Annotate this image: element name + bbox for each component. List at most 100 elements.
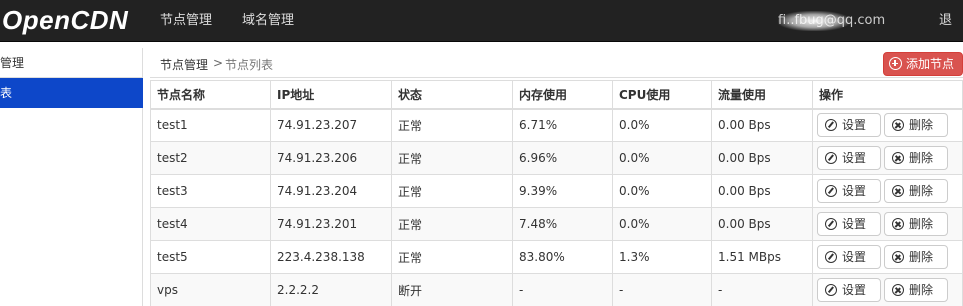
- cell-node-name: test1: [150, 108, 271, 142]
- delete-label: 删除: [909, 217, 934, 231]
- cell-memory: 83.80%: [512, 240, 613, 274]
- cell-traffic: 0.00 Bps: [711, 141, 813, 175]
- edit-node-button[interactable]: 设置: [817, 278, 881, 302]
- delete-node-button[interactable]: 删除: [884, 245, 948, 269]
- table-row: test1 74.91.23.207 正常 6.71% 0.0% 0.00 Bps 设置 删除: [150, 108, 963, 142]
- top-navbar: OpenCDN 节点管理 域名管理 fi..fbug@qq.com 退出: [0, 0, 963, 70]
- cell-status: 断开: [391, 273, 513, 306]
- table-row: test2 74.91.23.206 正常 6.96% 0.0% 0.00 Bps 设置 删除: [150, 141, 963, 175]
- cell-ip: 223.4.238.138: [270, 240, 392, 274]
- edit-label: 设置: [842, 250, 867, 264]
- cell-traffic: 0.00 Bps: [711, 174, 813, 208]
- breadcrumb-separator: >: [213, 56, 224, 70]
- sidebar-item-group-management[interactable]: 组管理: [0, 48, 143, 78]
- delete-node-button[interactable]: 删除: [884, 146, 948, 170]
- sidebar-item-label: 组管理: [0, 56, 25, 70]
- col-actions: 操作: [812, 80, 963, 110]
- edit-node-button[interactable]: 设置: [817, 212, 881, 236]
- brand-logo[interactable]: OpenCDN: [2, 4, 128, 36]
- cell-ip: 2.2.2.2: [270, 273, 392, 306]
- delete-node-button[interactable]: 删除: [884, 113, 948, 138]
- sidebar-item-label: 列表: [0, 86, 13, 100]
- edit-icon: [825, 284, 837, 296]
- delete-label: 删除: [909, 250, 934, 264]
- col-ip: IP地址: [270, 80, 392, 110]
- cell-status: 正常: [391, 207, 513, 241]
- cell-ip: 74.91.23.206: [270, 141, 392, 175]
- sidebar-item-list[interactable]: 列表: [0, 78, 143, 108]
- edit-node-button[interactable]: 设置: [817, 146, 881, 170]
- plus-circle-icon: [889, 57, 902, 70]
- table-row: test3 74.91.23.204 正常 9.39% 0.0% 0.00 Bps 设置 删除: [150, 174, 963, 208]
- delete-node-button[interactable]: 删除: [884, 179, 948, 203]
- col-memory: 内存使用: [512, 80, 613, 110]
- breadcrumb-root[interactable]: 节点管理: [160, 56, 208, 73]
- cell-ip: 74.91.23.207: [270, 108, 392, 142]
- cell-cpu: -: [612, 273, 712, 306]
- cell-traffic: 1.51 MBps: [711, 240, 813, 274]
- edit-label: 设置: [842, 151, 867, 165]
- cell-actions: 设置 删除: [812, 240, 963, 274]
- cell-status: 正常: [391, 174, 513, 208]
- cell-cpu: 0.0%: [612, 141, 712, 175]
- cell-status: 正常: [391, 141, 513, 175]
- table-header-row: 节点名称 IP地址 状态 内存使用 CPU使用 流量使用 操作: [150, 80, 963, 110]
- cell-traffic: 0.00 Bps: [711, 207, 813, 241]
- col-traffic: 流量使用: [711, 80, 813, 110]
- delete-label: 删除: [909, 118, 934, 133]
- cell-traffic: 0.00 Bps: [711, 108, 813, 142]
- delete-node-button[interactable]: 删除: [884, 212, 948, 236]
- table-row: vps 2.2.2.2 断开 - - - 设置 删除: [150, 273, 963, 306]
- cell-memory: 6.96%: [512, 141, 613, 175]
- cell-ip: 74.91.23.204: [270, 174, 392, 208]
- edit-icon: [825, 218, 837, 230]
- edit-icon: [825, 119, 837, 132]
- cell-cpu: 0.0%: [612, 108, 712, 142]
- cell-node-name: test2: [150, 141, 271, 175]
- col-cpu: CPU使用: [612, 80, 712, 110]
- table-row: test5 223.4.238.138 正常 83.80% 1.3% 1.51 MBps 设…: [150, 240, 963, 274]
- cell-status: 正常: [391, 108, 513, 142]
- cell-memory: 7.48%: [512, 207, 613, 241]
- cell-actions: 设置 删除: [812, 174, 963, 208]
- edit-icon: [825, 185, 837, 197]
- nav-node-management[interactable]: 节点管理: [160, 0, 212, 42]
- delete-icon: [892, 119, 904, 132]
- edit-icon: [825, 251, 837, 263]
- cell-node-name: test3: [150, 174, 271, 208]
- delete-label: 删除: [909, 283, 934, 297]
- cell-node-name: test5: [150, 240, 271, 274]
- cell-cpu: 0.0%: [612, 174, 712, 208]
- cell-actions: 设置 删除: [812, 273, 963, 306]
- cell-node-name: vps: [150, 273, 271, 306]
- delete-label: 删除: [909, 151, 934, 165]
- delete-icon: [892, 185, 904, 197]
- edit-node-button[interactable]: 设置: [817, 179, 881, 203]
- cell-status: 正常: [391, 240, 513, 274]
- cell-cpu: 1.3%: [612, 240, 712, 274]
- cell-memory: 9.39%: [512, 174, 613, 208]
- delete-label: 删除: [909, 184, 934, 198]
- delete-icon: [892, 284, 904, 296]
- cell-memory: -: [512, 273, 613, 306]
- breadcrumb: 节点管理 > 节点列表: [150, 50, 963, 78]
- delete-node-button[interactable]: 删除: [884, 278, 948, 302]
- nav-domain-management[interactable]: 域名管理: [242, 0, 294, 42]
- cell-actions: 设置 删除: [812, 207, 963, 241]
- edit-node-button[interactable]: 设置: [817, 113, 881, 138]
- edit-node-button[interactable]: 设置: [817, 245, 881, 269]
- edit-label: 设置: [842, 283, 867, 297]
- delete-icon: [892, 251, 904, 263]
- edit-label: 设置: [842, 217, 867, 231]
- cell-ip: 74.91.23.201: [270, 207, 392, 241]
- cell-cpu: 0.0%: [612, 207, 712, 241]
- sidebar: 组管理 列表: [0, 48, 143, 306]
- table-row: test4 74.91.23.201 正常 7.48% 0.0% 0.00 Bps 设置 删除: [150, 207, 963, 241]
- logout-link[interactable]: 退出: [939, 0, 963, 70]
- delete-icon: [892, 152, 904, 164]
- cell-traffic: -: [711, 273, 813, 306]
- add-node-button[interactable]: 添加节点: [883, 52, 963, 76]
- edit-label: 设置: [842, 184, 867, 198]
- cell-node-name: test4: [150, 207, 271, 241]
- col-status: 状态: [391, 80, 513, 110]
